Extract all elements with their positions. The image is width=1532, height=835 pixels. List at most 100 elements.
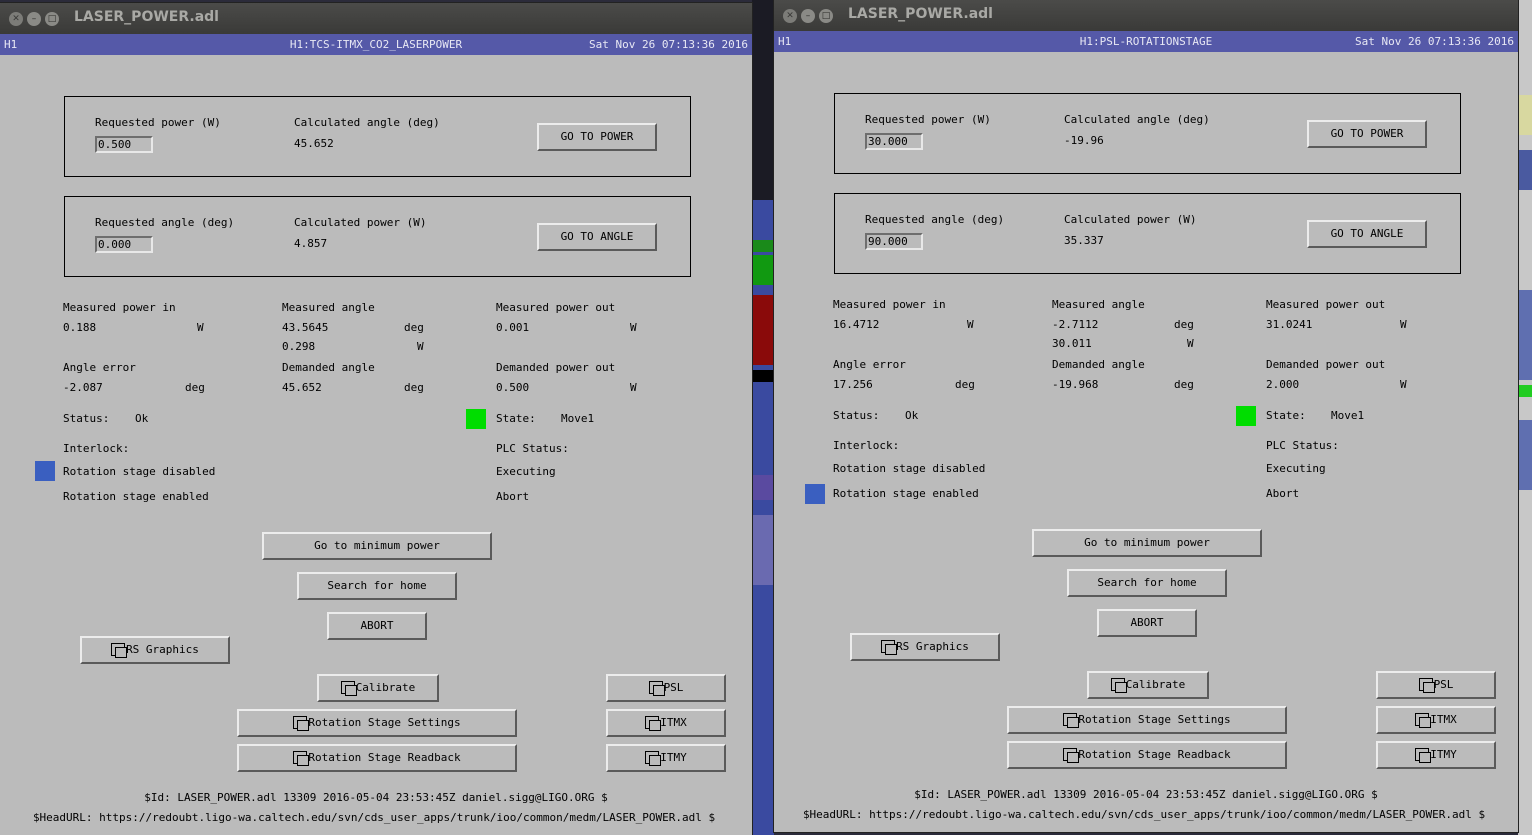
maximize-icon[interactable]: □ bbox=[819, 9, 833, 23]
itmx-label: ITMX bbox=[1430, 713, 1457, 726]
search-for-home-button[interactable]: Search for home bbox=[297, 572, 457, 600]
rotation-stage-readback-button[interactable]: Rotation Stage Readback bbox=[1007, 741, 1287, 769]
power-box: Requested power (W) 30.000 Calculated an… bbox=[834, 93, 1461, 174]
angle-error-unit: deg bbox=[955, 378, 975, 391]
calibrate-button[interactable]: Calibrate bbox=[317, 674, 439, 702]
demanded-angle-label: Demanded angle bbox=[282, 361, 375, 374]
related-display-icon bbox=[1415, 747, 1432, 763]
psl-label: PSL bbox=[1433, 678, 1454, 691]
measured-angle-unit: deg bbox=[1174, 318, 1194, 331]
interlock-label: Interlock: bbox=[833, 439, 900, 452]
related-display-icon bbox=[881, 639, 898, 655]
search-for-home-button[interactable]: Search for home bbox=[1067, 569, 1227, 597]
rs-graphics-label: RS Graphics bbox=[126, 643, 199, 656]
background-window-right bbox=[1518, 0, 1532, 835]
measured-power-in-unit: W bbox=[197, 321, 204, 334]
medm-window-psl: ✕ – □ LASER_POWER.adl H1 H1:PSL-ROTATION… bbox=[774, 0, 1518, 832]
related-display-icon bbox=[1415, 712, 1432, 728]
related-display-icon bbox=[111, 642, 128, 658]
calculated-power-value: 35.337 bbox=[1064, 234, 1104, 247]
itmx-button[interactable]: ITMX bbox=[606, 709, 726, 737]
demanded-power-out-label: Demanded power out bbox=[1266, 358, 1386, 371]
title-bar[interactable]: ✕ – □ LASER_POWER.adl bbox=[0, 3, 752, 34]
requested-power-input[interactable]: 0.500 bbox=[95, 136, 153, 153]
power-box: Requested power (W) 0.500 Calculated ang… bbox=[64, 96, 691, 177]
maximize-icon[interactable]: □ bbox=[45, 12, 59, 26]
interlock-enabled-text: Rotation stage enabled bbox=[833, 487, 979, 500]
related-display-icon bbox=[1063, 712, 1080, 728]
angle-error-value: -2.087 bbox=[63, 381, 103, 394]
rotation-stage-settings-button[interactable]: Rotation Stage Settings bbox=[237, 709, 517, 737]
requested-power-label: Requested power (W) bbox=[95, 116, 221, 129]
rotation-stage-readback-button[interactable]: Rotation Stage Readback bbox=[237, 744, 517, 772]
requested-power-label: Requested power (W) bbox=[865, 113, 991, 126]
itmy-label: ITMY bbox=[660, 751, 687, 764]
measured-power-out-unit: W bbox=[1400, 318, 1407, 331]
measured-angle-label: Measured angle bbox=[1052, 298, 1145, 311]
measured-angle-value: -2.7112 bbox=[1052, 318, 1099, 331]
measured-power-in-label: Measured power in bbox=[63, 301, 176, 314]
measured-power-in-unit: W bbox=[967, 318, 974, 331]
close-icon[interactable]: ✕ bbox=[783, 9, 797, 23]
demanded-angle-unit: deg bbox=[1174, 378, 1194, 391]
related-display-icon bbox=[1110, 677, 1127, 693]
interlock-indicator bbox=[35, 461, 55, 481]
requested-angle-input[interactable]: 90.000 bbox=[865, 233, 923, 250]
measured-power-in-value: 0.188 bbox=[63, 321, 97, 334]
go-to-minimum-power-button[interactable]: Go to minimum power bbox=[262, 532, 492, 560]
rotation-stage-readback-label: Rotation Stage Readback bbox=[1078, 748, 1231, 761]
go-to-angle-button[interactable]: GO TO ANGLE bbox=[1307, 220, 1427, 248]
abort-button[interactable]: ABORT bbox=[327, 612, 427, 640]
requested-angle-label: Requested angle (deg) bbox=[95, 216, 235, 229]
itmy-button[interactable]: ITMY bbox=[606, 744, 726, 772]
angle-box: Requested angle (deg) 0.000 Calculated p… bbox=[64, 196, 691, 277]
rs-graphics-button[interactable]: RS Graphics bbox=[80, 636, 230, 664]
psl-label: PSL bbox=[663, 681, 684, 694]
interlock-indicator bbox=[805, 484, 825, 504]
requested-angle-label: Requested angle (deg) bbox=[865, 213, 1005, 226]
angle-error-value: 17.256 bbox=[833, 378, 873, 391]
rs-graphics-button[interactable]: RS Graphics bbox=[850, 633, 1000, 661]
itmy-button[interactable]: ITMY bbox=[1376, 741, 1496, 769]
measured-angle-value: 43.5645 bbox=[282, 321, 329, 334]
go-to-angle-button[interactable]: GO TO ANGLE bbox=[537, 223, 657, 251]
state-value: Move1 bbox=[1331, 409, 1365, 422]
datetime-label: Sat Nov 26 07:13:36 2016 bbox=[589, 38, 748, 51]
go-to-power-button[interactable]: GO TO POWER bbox=[1307, 120, 1427, 148]
rotation-stage-settings-label: Rotation Stage Settings bbox=[1078, 713, 1231, 726]
rotation-stage-settings-button[interactable]: Rotation Stage Settings bbox=[1007, 706, 1287, 734]
state-indicator bbox=[1236, 406, 1256, 426]
minimize-icon[interactable]: – bbox=[27, 12, 41, 26]
svn-id-footer: $Id: LASER_POWER.adl 13309 2016-05-04 23… bbox=[144, 791, 608, 804]
calibrate-button[interactable]: Calibrate bbox=[1087, 671, 1209, 699]
measured-angle-power-unit: W bbox=[417, 340, 424, 353]
measured-angle-unit: deg bbox=[404, 321, 424, 334]
requested-power-input[interactable]: 30.000 bbox=[865, 133, 923, 150]
measured-angle-power-value: 30.011 bbox=[1052, 337, 1092, 350]
measured-power-out-value: 0.001 bbox=[496, 321, 530, 334]
status-value: Ok bbox=[135, 412, 149, 425]
psl-button[interactable]: PSL bbox=[1376, 671, 1496, 699]
measured-power-out-label: Measured power out bbox=[496, 301, 616, 314]
itmx-button[interactable]: ITMX bbox=[1376, 706, 1496, 734]
go-to-power-button[interactable]: GO TO POWER bbox=[537, 123, 657, 151]
abort-button[interactable]: ABORT bbox=[1097, 609, 1197, 637]
plc-status-label: PLC Status: bbox=[1266, 439, 1339, 452]
itmy-label: ITMY bbox=[1430, 748, 1457, 761]
calculated-angle-label: Calculated angle (deg) bbox=[1064, 113, 1210, 126]
psl-button[interactable]: PSL bbox=[606, 674, 726, 702]
angle-box: Requested angle (deg) 90.000 Calculated … bbox=[834, 193, 1461, 274]
go-to-minimum-power-button[interactable]: Go to minimum power bbox=[1032, 529, 1262, 557]
requested-angle-input[interactable]: 0.000 bbox=[95, 236, 153, 253]
measured-power-in-value: 16.4712 bbox=[833, 318, 880, 331]
measured-angle-label: Measured angle bbox=[282, 301, 375, 314]
rs-graphics-label: RS Graphics bbox=[896, 640, 969, 653]
demanded-power-out-unit: W bbox=[630, 381, 637, 394]
measured-power-out-label: Measured power out bbox=[1266, 298, 1386, 311]
angle-error-unit: deg bbox=[185, 381, 205, 394]
status-label: Status: bbox=[63, 412, 110, 425]
close-icon[interactable]: ✕ bbox=[9, 12, 23, 26]
state-label: State: bbox=[1266, 409, 1306, 422]
minimize-icon[interactable]: – bbox=[801, 9, 815, 23]
title-bar[interactable]: ✕ – □ LASER_POWER.adl bbox=[774, 0, 1518, 31]
